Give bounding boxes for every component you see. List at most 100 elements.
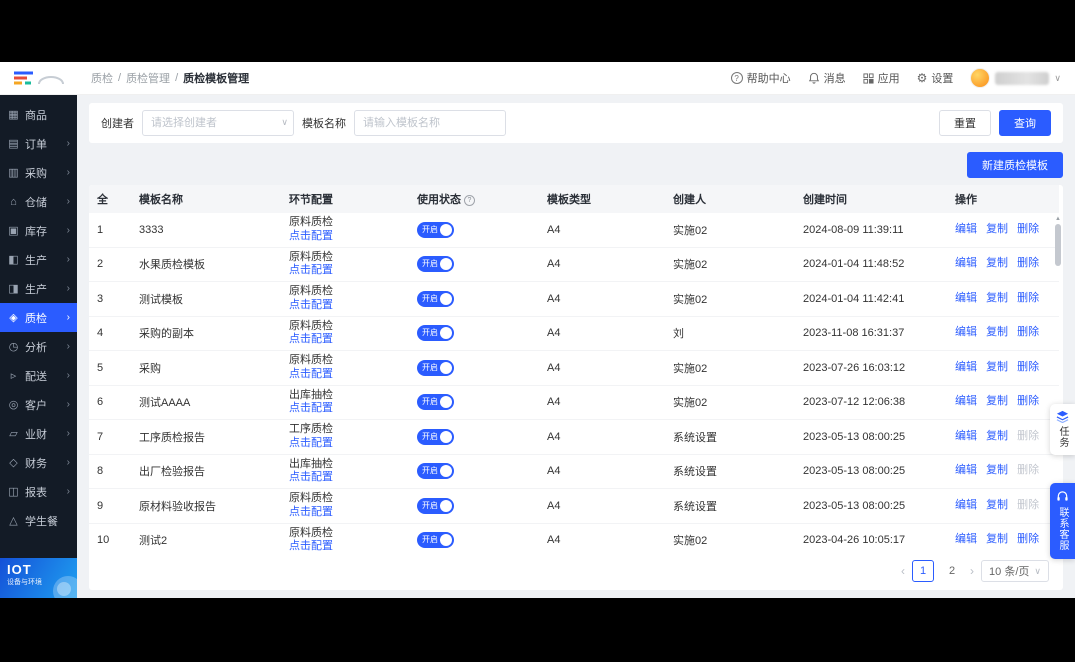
edit-link[interactable]: 编辑: [955, 223, 977, 235]
page-1-button[interactable]: 1: [912, 560, 934, 582]
sidebar-item[interactable]: ▣ 库存 ›: [0, 216, 77, 245]
configure-link[interactable]: 点击配置: [289, 437, 401, 451]
creator-select[interactable]: [142, 110, 294, 136]
delete-link[interactable]: 删除: [1017, 533, 1039, 545]
edit-link[interactable]: 编辑: [955, 361, 977, 373]
iot-banner[interactable]: IOT 设备与环境: [0, 558, 77, 598]
template-name-cell: 原材料验收报告: [131, 489, 281, 524]
breadcrumb-item[interactable]: 质检管理: [126, 70, 170, 86]
apps-button[interactable]: 应用: [863, 70, 900, 86]
sidebar-item[interactable]: ◇ 财务 ›: [0, 448, 77, 477]
delete-link[interactable]: 删除: [1017, 326, 1039, 338]
delete-link[interactable]: 删除: [1017, 395, 1039, 407]
copy-link[interactable]: 复制: [986, 430, 1008, 442]
configure-link[interactable]: 点击配置: [289, 230, 401, 244]
stage-type: 原料质检: [289, 320, 401, 334]
configure-link[interactable]: 点击配置: [289, 264, 401, 278]
copy-link[interactable]: 复制: [986, 533, 1008, 545]
reset-button[interactable]: 重置: [939, 110, 991, 136]
sidebar-item[interactable]: ◧ 生产 ›: [0, 245, 77, 274]
app-logo[interactable]: [0, 62, 77, 95]
status-toggle[interactable]: 开启: [417, 498, 454, 514]
edit-link[interactable]: 编辑: [955, 464, 977, 476]
status-toggle[interactable]: 开启: [417, 291, 454, 307]
next-page-button[interactable]: ›: [970, 564, 974, 578]
configure-link[interactable]: 点击配置: [289, 540, 401, 552]
delete-link[interactable]: 删除: [1017, 292, 1039, 304]
sidebar-item[interactable]: ▦ 商品 ›: [0, 100, 77, 129]
chevron-right-icon: ›: [67, 138, 70, 149]
configure-link[interactable]: 点击配置: [289, 402, 401, 416]
status-toggle[interactable]: 开启: [417, 463, 454, 479]
stage-type: 原料质检: [289, 251, 401, 265]
sidebar-item[interactable]: △ 学生餐 ›: [0, 506, 77, 535]
sidebar-item[interactable]: ◫ 报表 ›: [0, 477, 77, 506]
delete-link[interactable]: 删除: [1017, 223, 1039, 235]
copy-link[interactable]: 复制: [986, 499, 1008, 511]
sidebar-item[interactable]: ⌂ 仓储 ›: [0, 187, 77, 216]
info-icon[interactable]: ?: [464, 195, 475, 206]
new-template-button[interactable]: 新建质检模板: [967, 152, 1063, 178]
delete-link[interactable]: 删除: [1017, 257, 1039, 269]
messages-button[interactable]: 消息: [808, 70, 846, 86]
status-toggle[interactable]: 开启: [417, 222, 454, 238]
edit-link[interactable]: 编辑: [955, 257, 977, 269]
search-button[interactable]: 查询: [999, 110, 1051, 136]
edit-link[interactable]: 编辑: [955, 395, 977, 407]
configure-link[interactable]: 点击配置: [289, 368, 401, 382]
sidebar-item[interactable]: ▥ 采购 ›: [0, 158, 77, 187]
copy-link[interactable]: 复制: [986, 223, 1008, 235]
sidebar-item[interactable]: ◨ 生产 ›: [0, 274, 77, 303]
status-toggle[interactable]: 开启: [417, 429, 454, 445]
page-2-button[interactable]: 2: [941, 560, 963, 582]
copy-link[interactable]: 复制: [986, 326, 1008, 338]
status-toggle[interactable]: 开启: [417, 532, 454, 548]
copy-link[interactable]: 复制: [986, 257, 1008, 269]
status-toggle[interactable]: 开启: [417, 325, 454, 341]
delete-link[interactable]: 删除: [1017, 361, 1039, 373]
status-toggle[interactable]: 开启: [417, 394, 454, 410]
scroll-up-icon[interactable]: ▲: [1054, 215, 1062, 223]
settings-button[interactable]: ⚙ 设置: [917, 70, 954, 86]
delete-link[interactable]: 删除: [1017, 430, 1039, 442]
stage-type: 原料质检: [289, 285, 401, 299]
status-toggle[interactable]: 开启: [417, 360, 454, 376]
edit-link[interactable]: 编辑: [955, 326, 977, 338]
prev-page-button[interactable]: ‹: [901, 564, 905, 578]
copy-link[interactable]: 复制: [986, 292, 1008, 304]
sidebar-item[interactable]: ▹ 配送 ›: [0, 361, 77, 390]
sidebar: ▦ 商品 › ▤ 订单 › ▥ 采购 ›: [0, 62, 77, 598]
template-name-input[interactable]: [354, 110, 506, 136]
configure-link[interactable]: 点击配置: [289, 471, 401, 485]
copy-link[interactable]: 复制: [986, 361, 1008, 373]
status-toggle[interactable]: 开启: [417, 256, 454, 272]
delete-link[interactable]: 删除: [1017, 499, 1039, 511]
edit-link[interactable]: 编辑: [955, 499, 977, 511]
sidebar-item[interactable]: ▤ 订单 ›: [0, 129, 77, 158]
scrollbar-thumb[interactable]: [1055, 224, 1061, 266]
configure-link[interactable]: 点击配置: [289, 299, 401, 313]
customer-service-widget[interactable]: 联系客服: [1050, 483, 1075, 559]
edit-link[interactable]: 编辑: [955, 292, 977, 304]
help-center-button[interactable]: ? 帮助中心: [731, 70, 791, 86]
col-select[interactable]: 全: [89, 185, 131, 213]
col-template-name: 模板名称: [131, 185, 281, 213]
sidebar-item[interactable]: ◈ 质检 ›: [0, 303, 77, 332]
sidebar-item[interactable]: ◎ 客户 ›: [0, 390, 77, 419]
delete-link[interactable]: 删除: [1017, 464, 1039, 476]
edit-link[interactable]: 编辑: [955, 430, 977, 442]
configure-link[interactable]: 点击配置: [289, 506, 401, 520]
copy-link[interactable]: 复制: [986, 464, 1008, 476]
sidebar-menu: ▦ 商品 › ▤ 订单 › ▥ 采购 ›: [0, 95, 77, 558]
edit-link[interactable]: 编辑: [955, 533, 977, 545]
breadcrumb-separator: /: [175, 72, 178, 84]
table-row: 9 原材料验收报告 原料质检 点击配置 开启: [89, 489, 1059, 524]
sidebar-item[interactable]: ▱ 业财 ›: [0, 419, 77, 448]
user-menu[interactable]: ∨: [970, 68, 1061, 88]
copy-link[interactable]: 复制: [986, 395, 1008, 407]
tasks-widget[interactable]: 任务: [1050, 404, 1075, 455]
configure-link[interactable]: 点击配置: [289, 333, 401, 347]
breadcrumb-item[interactable]: 质检: [91, 70, 113, 86]
page-size-select[interactable]: 10 条/页 ∨: [981, 560, 1049, 582]
sidebar-item[interactable]: ◷ 分析 ›: [0, 332, 77, 361]
